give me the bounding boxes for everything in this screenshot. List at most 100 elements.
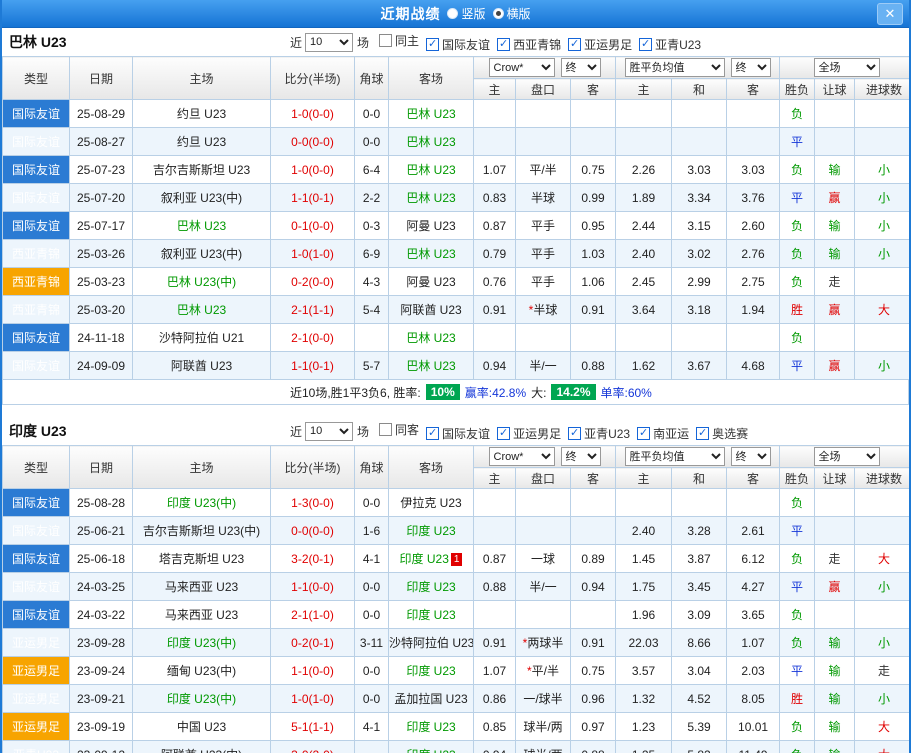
checkbox-label: 国际友谊 xyxy=(442,425,490,442)
cell-corner: 2-2 xyxy=(355,184,389,212)
recent-results-window: 近期战绩 竖版 横版 ✕ 巴林 U23 近 10 场 同主✓国际友谊✓西亚青锦✓… xyxy=(0,0,911,753)
filter-checkbox[interactable]: ✓国际友谊 xyxy=(426,36,490,53)
checkbox-icon[interactable]: ✓ xyxy=(568,427,581,440)
filter-checkbox[interactable]: ✓南亚运 xyxy=(637,425,689,442)
cell-odds-home: 2.40 xyxy=(616,240,672,268)
filter-checkbox[interactable]: ✓亚青U23 xyxy=(639,36,701,53)
cell-odds-home: 2.40 xyxy=(616,517,672,545)
odds-type-select[interactable]: 胜平负均值 xyxy=(625,58,725,77)
cell-type: 西亚青锦 xyxy=(3,268,70,296)
filter-checkbox[interactable]: ✓亚运男足 xyxy=(497,425,561,442)
cell-away-team: 巴林 U23 xyxy=(389,128,474,156)
cell-corner: 4-1 xyxy=(355,713,389,741)
cell-odds-home xyxy=(616,489,672,517)
cell-goals: 小 xyxy=(855,156,911,184)
filter-checkbox[interactable]: ✓奥选赛 xyxy=(696,425,748,442)
col-handicap-result: 让球 xyxy=(815,79,855,100)
window-title: 近期战绩 xyxy=(380,4,440,24)
filter-checkbox[interactable]: ✓亚青U23 xyxy=(568,425,630,442)
cell-type: 国际友谊 xyxy=(3,324,70,352)
checkbox-icon[interactable]: ✓ xyxy=(696,427,709,440)
cell-odds-home xyxy=(616,324,672,352)
cell-date: 24-03-22 xyxy=(70,601,133,629)
odds-type-select[interactable]: 胜平负均值 xyxy=(625,447,725,466)
col-handicap-home-odds: 主 xyxy=(474,468,516,489)
cell-corner: 1-6 xyxy=(355,517,389,545)
stage-select-2[interactable]: 终 xyxy=(731,447,771,466)
handicap-select-group: Crow* 终 xyxy=(474,57,616,79)
cell-odds-away: 2.75 xyxy=(727,268,780,296)
match-row: 国际友谊25-08-27约旦 U230-0(0-0)0-0巴林 U23平 xyxy=(3,128,911,156)
cell-handicap: 球半/两 xyxy=(516,741,571,753)
col-type: 类型 xyxy=(3,57,70,100)
cell-handicap-home-odds xyxy=(474,324,516,352)
recent-label: 近 xyxy=(290,423,302,440)
cell-odds-home: 1.75 xyxy=(616,573,672,601)
match-row: 亚运男足23-09-24缅甸 U23(中)1-1(0-0)0-0印度 U231.… xyxy=(3,657,911,685)
stage-select-1[interactable]: 终 xyxy=(561,447,601,466)
recent-label: 近 xyxy=(290,34,302,51)
col-goals: 进球数 xyxy=(855,79,911,100)
scope-select[interactable]: 全场 xyxy=(814,58,880,77)
checkbox-icon[interactable]: ✓ xyxy=(497,38,510,51)
cell-handicap-result: 输 xyxy=(815,212,855,240)
match-row: 亚青U2323-09-12阿联酋 U23(中)3-0(2-0)印度 U230.9… xyxy=(3,741,911,753)
cell-away-team: 阿曼 U23 xyxy=(389,268,474,296)
cell-score: 2-1(1-1) xyxy=(271,296,355,324)
cell-odds-draw: 3.04 xyxy=(672,657,727,685)
cell-date: 24-11-18 xyxy=(70,324,133,352)
checkbox-icon[interactable]: ✓ xyxy=(568,38,581,51)
radio-icon[interactable] xyxy=(447,8,458,19)
cell-handicap-home-odds: 0.87 xyxy=(474,212,516,240)
stage-select-1[interactable]: 终 xyxy=(561,58,601,77)
favorite-star: * xyxy=(523,636,528,650)
checkbox-icon[interactable]: ✓ xyxy=(639,38,652,51)
cell-handicap-away-odds: 1.06 xyxy=(571,268,616,296)
cell-date: 23-09-19 xyxy=(70,713,133,741)
checkbox-icon[interactable] xyxy=(379,423,392,436)
radio-icon[interactable] xyxy=(493,8,504,19)
col-score: 比分(半场) xyxy=(271,446,355,489)
col-handicap-result: 让球 xyxy=(815,468,855,489)
stage-select-2[interactable]: 终 xyxy=(731,58,771,77)
cell-score: 0-0(0-0) xyxy=(271,128,355,156)
cell-handicap-result xyxy=(815,100,855,128)
cell-odds-away: 1.07 xyxy=(727,629,780,657)
filter-checkbox[interactable]: ✓西亚青锦 xyxy=(497,36,561,53)
filter-checkbox[interactable]: ✓国际友谊 xyxy=(426,425,490,442)
bookmaker-select[interactable]: Crow* xyxy=(489,447,555,466)
filter-checkbox[interactable]: 同客 xyxy=(379,421,419,438)
cell-handicap-home-odds xyxy=(474,128,516,156)
cell-score: 5-1(1-1) xyxy=(271,713,355,741)
cell-type: 国际友谊 xyxy=(3,573,70,601)
cell-handicap-away-odds: 0.89 xyxy=(571,545,616,573)
cell-odds-draw: 8.66 xyxy=(672,629,727,657)
filter-checkbox[interactable]: ✓亚运男足 xyxy=(568,36,632,53)
stats-bar: 近10场,胜1平3负6, 胜率: 10% 赢率:42.8% 大: 14.2% 单… xyxy=(2,380,909,405)
checkbox-icon[interactable]: ✓ xyxy=(497,427,510,440)
bookmaker-select[interactable]: Crow* xyxy=(489,58,555,77)
col-away: 客场 xyxy=(389,57,474,100)
close-button[interactable]: ✕ xyxy=(877,3,903,25)
cell-type: 国际友谊 xyxy=(3,517,70,545)
cell-result: 负 xyxy=(780,629,815,657)
cell-score: 1-1(0-1) xyxy=(271,184,355,212)
cell-away-team: 沙特阿拉伯 U23 xyxy=(389,629,474,657)
checkbox-icon[interactable]: ✓ xyxy=(426,38,439,51)
scope-select[interactable]: 全场 xyxy=(814,447,880,466)
favorite-star: * xyxy=(529,303,534,317)
cell-handicap xyxy=(516,324,571,352)
radio-label: 横版 xyxy=(507,5,531,22)
checkbox-icon[interactable]: ✓ xyxy=(426,427,439,440)
layout-radio-horizontal[interactable]: 横版 xyxy=(493,5,531,22)
cell-result: 负 xyxy=(780,268,815,296)
match-row: 西亚青锦25-03-26叙利亚 U23(中)1-0(1-0)6-9巴林 U230… xyxy=(3,240,911,268)
cell-corner: 4-3 xyxy=(355,268,389,296)
recent-count-select[interactable]: 10 xyxy=(305,422,353,441)
filter-checkbox[interactable]: 同主 xyxy=(379,32,419,49)
cell-date: 25-08-27 xyxy=(70,128,133,156)
layout-radio-vertical[interactable]: 竖版 xyxy=(447,5,485,22)
recent-count-select[interactable]: 10 xyxy=(305,33,353,52)
checkbox-icon[interactable]: ✓ xyxy=(637,427,650,440)
checkbox-icon[interactable] xyxy=(379,34,392,47)
